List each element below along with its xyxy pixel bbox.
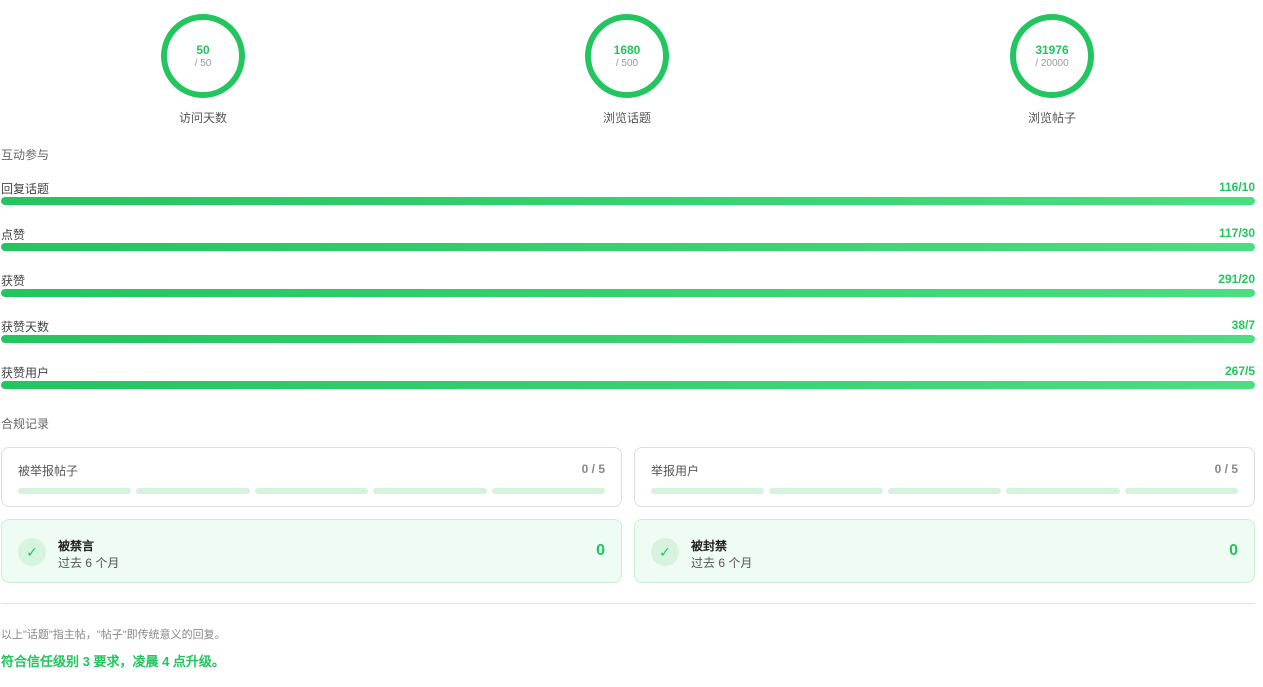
stat-topics-viewed: 1680 / 500 浏览话题 — [585, 14, 669, 125]
ring-value: 1680 — [613, 42, 641, 57]
progress-fill — [1, 289, 1255, 297]
progress-track — [1, 197, 1255, 205]
segment — [1006, 488, 1120, 494]
progress-fill — [1, 381, 1255, 389]
card-count: 0 / 5 — [1214, 462, 1238, 476]
progress-ring: 31976 / 20000 — [1010, 14, 1094, 98]
check-icon: ✓ — [18, 538, 46, 566]
progress-row-likes-given: 点赞 117/30 — [1, 226, 1255, 266]
progress-value: 267/5 — [1224, 364, 1255, 378]
progress-track — [1, 335, 1255, 343]
reported-users-card: 举报用户 0 / 5 — [634, 447, 1255, 507]
segment — [491, 488, 606, 494]
status-count: 0 — [1229, 542, 1238, 559]
reported-posts-card: 被举报帖子 0 / 5 — [1, 447, 622, 507]
trust-level-result: 符合信任级别 3 要求，凌晨 4 点升级。 — [1, 654, 225, 669]
ring-target: / 50 — [194, 57, 212, 69]
ring-target: / 20000 — [1035, 57, 1069, 69]
segment — [18, 488, 132, 494]
ring-label: 浏览帖子 — [1027, 111, 1076, 125]
card-title: 举报用户 — [651, 464, 700, 478]
segment — [373, 488, 487, 494]
compliance-title: 合规记录 — [1, 417, 50, 431]
progress-row-replies: 回复话题 116/10 — [1, 180, 1255, 220]
progress-value: 117/30 — [1218, 226, 1255, 240]
status-title: 被封禁 — [691, 539, 728, 553]
progress-row-liked-days: 获赞天数 38/7 — [1, 318, 1255, 358]
progress-label: 点赞 — [1, 228, 26, 242]
segment — [887, 488, 1002, 494]
segment — [651, 488, 765, 494]
segment — [136, 488, 250, 494]
segment — [1124, 488, 1239, 494]
progress-ring: 1680 / 500 — [585, 14, 669, 98]
status-subtitle: 过去 6 个月 — [58, 556, 120, 570]
status-count: 0 — [596, 542, 605, 559]
ring-target: / 500 — [615, 57, 639, 69]
progress-track — [1, 289, 1255, 297]
progress-value: 116/10 — [1218, 180, 1255, 194]
check-icon: ✓ — [651, 538, 679, 566]
silenced-status-card: ✓ 被禁言 过去 6 个月 0 — [1, 519, 622, 583]
progress-value: 291/20 — [1218, 272, 1255, 286]
divider — [1, 603, 1255, 604]
stat-visit-days: 50 / 50 访问天数 — [161, 14, 245, 125]
progress-row-liked-users: 获赞用户 267/5 — [1, 364, 1255, 404]
progress-track — [1, 381, 1255, 389]
ring-value: 50 — [196, 42, 210, 57]
engagement-title: 互动参与 — [1, 148, 50, 162]
segment — [769, 488, 883, 494]
progress-label: 回复话题 — [1, 182, 50, 196]
suspended-status-card: ✓ 被封禁 过去 6 个月 0 — [634, 519, 1255, 583]
progress-track — [1, 243, 1255, 251]
progress-row-likes-received: 获赞 291/20 — [1, 272, 1255, 312]
progress-label: 获赞天数 — [1, 320, 50, 334]
progress-fill — [1, 335, 1255, 343]
segment-meter — [18, 488, 606, 494]
progress-ring: 50 / 50 — [161, 14, 245, 98]
segment-meter — [651, 488, 1239, 494]
progress-label: 获赞用户 — [1, 366, 50, 380]
status-title: 被禁言 — [58, 539, 95, 553]
card-count: 0 / 5 — [581, 462, 605, 476]
footnote: 以上"话题"指主帖，"帖子"即传统意义的回复。 — [1, 629, 226, 641]
status-subtitle: 过去 6 个月 — [691, 556, 753, 570]
progress-value: 38/7 — [1231, 318, 1255, 332]
stat-posts-viewed: 31976 / 20000 浏览帖子 — [1010, 14, 1094, 125]
card-title: 被举报帖子 — [18, 464, 79, 478]
progress-fill — [1, 243, 1255, 251]
progress-label: 获赞 — [1, 274, 26, 288]
progress-fill — [1, 197, 1255, 205]
segment — [254, 488, 369, 494]
ring-label: 浏览话题 — [602, 111, 651, 125]
ring-value: 31976 — [1035, 42, 1069, 57]
ring-label: 访问天数 — [178, 111, 227, 125]
